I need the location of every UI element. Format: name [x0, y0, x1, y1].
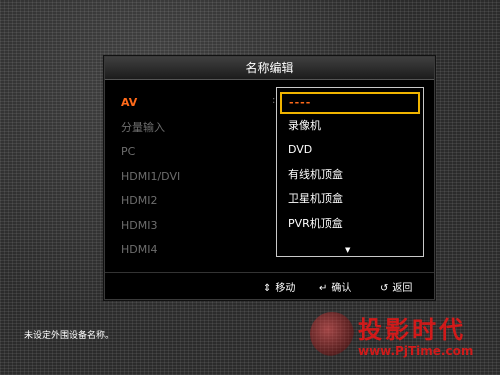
dropdown-option-satellite-stb[interactable]: 卫星机顶盒: [277, 187, 423, 211]
updown-arrows-icon: ⇕: [263, 283, 272, 294]
enter-icon: ↵: [319, 283, 328, 294]
confirm-hint: ↵ 确认: [319, 279, 351, 294]
watermark-title: 投影时代: [358, 316, 466, 344]
source-item-component[interactable]: 分量输入: [121, 116, 180, 141]
device-name-dropdown[interactable]: ---- 录像机 DVD 有线机顶盒 卫星机顶盒 PVR机顶盒 ▼: [276, 87, 424, 257]
name-edit-dialog: 名称编辑 AV 分量输入 PC HDMI1/DVI HDMI2 HDMI3 HD…: [104, 56, 435, 300]
confirm-label: 确认: [331, 283, 352, 294]
watermark: 投影时代 www.PjTime.com: [302, 306, 500, 375]
dropdown-option-pvr-stb[interactable]: PVR机顶盒: [277, 212, 423, 236]
source-item-hdmi2[interactable]: HDMI2: [121, 189, 180, 214]
move-hint: ⇕ 移动: [263, 279, 295, 294]
source-list: AV 分量输入 PC HDMI1/DVI HDMI2 HDMI3 HDMI4: [121, 91, 180, 263]
dropdown-option-vcr[interactable]: 录像机: [277, 114, 423, 138]
dropdown-option-cable-stb[interactable]: 有线机顶盒: [277, 163, 423, 187]
back-hint: ↺ 返回: [380, 279, 412, 294]
back-label: 返回: [392, 283, 413, 294]
source-item-pc[interactable]: PC: [121, 140, 180, 165]
source-item-hdmi1-dvi[interactable]: HDMI1/DVI: [121, 165, 180, 190]
source-item-av[interactable]: AV: [121, 91, 180, 116]
dropdown-selected-item[interactable]: ----: [280, 92, 420, 114]
dialog-title: 名称编辑: [105, 57, 434, 80]
source-item-hdmi3[interactable]: HDMI3: [121, 214, 180, 239]
move-label: 移动: [275, 283, 296, 294]
status-message: 未设定外围设备名称。: [24, 331, 115, 341]
watermark-logo-icon: [310, 312, 354, 356]
scroll-down-icon[interactable]: ▼: [345, 246, 350, 254]
separator-colon: :: [272, 95, 276, 106]
dialog-footer: ⇕ 移动 ↵ 确认 ↺ 返回: [105, 272, 434, 299]
watermark-url: www.PjTime.com: [358, 344, 474, 358]
source-item-hdmi4[interactable]: HDMI4: [121, 238, 180, 263]
return-icon: ↺: [380, 283, 389, 294]
dropdown-option-dvd[interactable]: DVD: [277, 138, 423, 162]
